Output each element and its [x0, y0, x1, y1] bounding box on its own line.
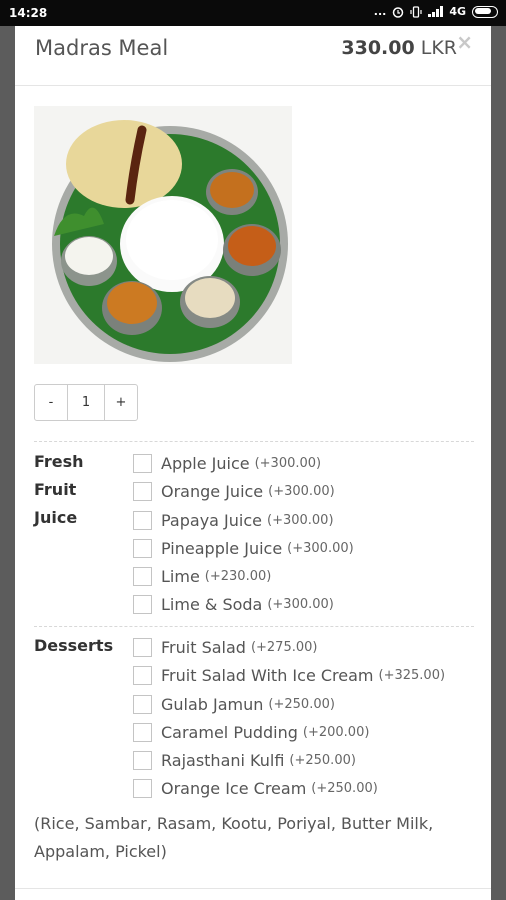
option-orange-ice-cream[interactable]: Orange Ice Cream (+250.00) [133, 774, 378, 802]
option-rajasthani-kulfi[interactable]: Rajasthani Kulfi (+250.00) [133, 746, 356, 774]
option-name: Orange Ice Cream [161, 778, 307, 798]
option-price: (+300.00) [267, 512, 334, 528]
option-checkbox[interactable] [133, 453, 152, 473]
group-label-desserts: Desserts [34, 632, 113, 660]
status-icons: ... 4G [374, 5, 498, 18]
status-bar: 14:28 ... 4G [0, 0, 506, 26]
option-checkbox[interactable] [133, 637, 152, 657]
option-name: Rajasthani Kulfi [161, 750, 285, 770]
option-caramel-pudding[interactable]: Caramel Pudding (+200.00) [133, 718, 369, 746]
close-button[interactable]: × [456, 30, 473, 54]
option-name: Gulab Jamun [161, 694, 264, 714]
quantity-stepper: - 1 + [34, 384, 138, 421]
quantity-decrease-button[interactable]: - [35, 385, 67, 420]
option-pineapple-juice[interactable]: Pineapple Juice (+300.00) [133, 534, 354, 562]
option-name: Lime & Soda [161, 594, 263, 614]
option-price: (+325.00) [378, 667, 446, 683]
signal-icon [428, 6, 444, 17]
option-checkbox[interactable] [133, 750, 152, 770]
meal-price-value: 330.00 [341, 37, 415, 59]
option-orange-juice[interactable]: Orange Juice (+300.00) [133, 477, 335, 505]
option-checkbox[interactable] [133, 510, 152, 530]
network-type: 4G [449, 5, 466, 18]
option-lime-soda[interactable]: Lime & Soda (+300.00) [133, 590, 334, 618]
option-fruit-salad[interactable]: Fruit Salad (+275.00) [133, 633, 317, 661]
option-price: (+300.00) [254, 455, 322, 471]
option-papaya-juice[interactable]: Papaya Juice (+300.00) [133, 506, 334, 534]
status-time: 14:28 [9, 6, 48, 20]
meal-photo [34, 106, 292, 364]
option-name: Papaya Juice [161, 510, 262, 530]
option-price: (+230.00) [204, 568, 272, 584]
divider [34, 626, 474, 627]
group-label-line: Juice [34, 508, 78, 527]
option-checkbox[interactable] [133, 722, 152, 742]
option-name: Pineapple Juice [161, 538, 283, 558]
meal-price: 330.00 LKR [341, 37, 457, 59]
divider [15, 888, 491, 889]
option-apple-juice[interactable]: Apple Juice (+300.00) [133, 449, 321, 477]
option-price: (+250.00) [289, 752, 356, 768]
option-checkbox[interactable] [133, 778, 152, 798]
meal-description: (Rice, Sambar, Rasam, Kootu, Poriyal, Bu… [34, 814, 434, 861]
option-price: (+200.00) [302, 724, 370, 740]
option-name: Apple Juice [161, 453, 250, 473]
vibrate-icon [410, 5, 422, 18]
meal-title: Madras Meal [35, 36, 169, 60]
option-price: (+300.00) [267, 596, 334, 612]
option-price: (+300.00) [287, 540, 354, 556]
option-name: Fruit Salad [161, 637, 246, 657]
group-label-line: Desserts [34, 636, 114, 655]
option-checkbox[interactable] [133, 594, 152, 614]
battery-icon [472, 5, 498, 18]
option-name: Lime [161, 566, 200, 586]
alarm-icon [393, 6, 404, 18]
more-dots-icon: ... [373, 5, 387, 18]
product-modal: Madras Meal 330.00 LKR × - 1 + Fresh Fru… [15, 26, 491, 900]
option-price: (+250.00) [268, 696, 335, 712]
quantity-increase-button[interactable]: + [105, 385, 137, 420]
divider [34, 441, 474, 442]
modal-header: Madras Meal 330.00 LKR × [15, 26, 491, 86]
option-checkbox[interactable] [133, 665, 152, 685]
group-label-line: Fruit [34, 480, 77, 499]
option-name: Orange Juice [161, 481, 264, 501]
option-price: (+275.00) [250, 639, 318, 655]
option-checkbox[interactable] [133, 566, 152, 586]
meal-currency: LKR [420, 37, 457, 59]
group-label-line: Fresh [34, 452, 84, 471]
option-price: (+300.00) [268, 483, 335, 499]
option-name: Fruit Salad With Ice Cream [161, 665, 374, 685]
group-label-fresh-fruit-juice: Fresh Fruit Juice [34, 448, 84, 532]
quantity-value[interactable]: 1 [67, 385, 105, 420]
option-fruit-salad-ice-cream[interactable]: Fruit Salad With Ice Cream (+325.00) [133, 661, 445, 689]
option-name: Caramel Pudding [161, 722, 298, 742]
option-lime[interactable]: Lime (+230.00) [133, 562, 271, 590]
option-checkbox[interactable] [133, 481, 152, 501]
option-checkbox[interactable] [133, 538, 152, 558]
option-price: (+250.00) [311, 780, 378, 796]
option-gulab-jamun[interactable]: Gulab Jamun (+250.00) [133, 690, 335, 718]
option-checkbox[interactable] [133, 694, 152, 714]
